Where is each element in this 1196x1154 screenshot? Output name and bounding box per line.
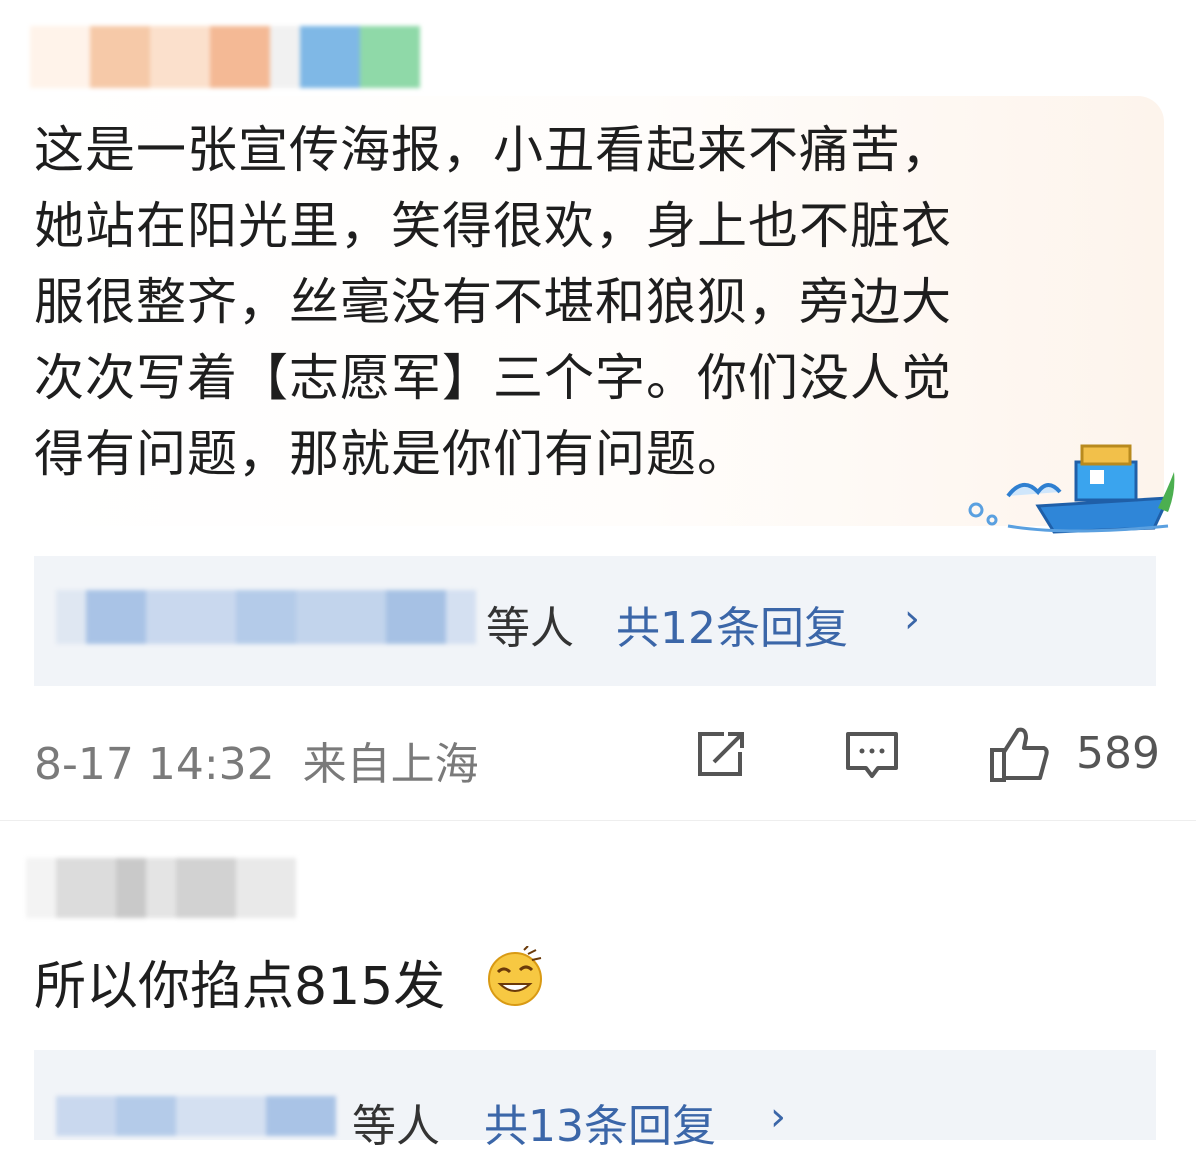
comment-text: 所以你掐点815发 [34, 957, 446, 1017]
reply-participants-suffix: 等人 [352, 1101, 440, 1152]
like-icon[interactable] [988, 724, 1052, 784]
reply-usernames-blurred [56, 1096, 336, 1136]
share-icon[interactable] [694, 728, 750, 780]
comment-meta: 8-17 14:32 来自上海 [34, 728, 479, 792]
chevron-right-icon[interactable]: › [770, 1094, 786, 1140]
reply-participants-suffix: 等人 [486, 603, 574, 654]
username-blurred[interactable] [30, 26, 440, 88]
reply-count-link[interactable]: 共12条回复 [616, 592, 848, 656]
comment-divider [0, 820, 1196, 821]
comment-icon[interactable] [844, 730, 900, 782]
comment-timestamp: 8-17 14:32 [34, 739, 275, 790]
reply-usernames-blurred [56, 590, 476, 644]
grin-emoji [488, 946, 542, 1006]
boat-sticker-icon [968, 444, 1175, 534]
reply-count-link[interactable]: 共13条回复 [484, 1090, 716, 1154]
like-count: 589 [1076, 728, 1160, 779]
comment-location: 来自上海 [302, 739, 479, 790]
comment-text: 这是一张宣传海报，小丑看起来不痛苦， 她站在阳光里，笑得很欢，身上也不脏衣 服很… [34, 121, 952, 483]
chevron-right-icon[interactable]: › [904, 596, 920, 642]
username-blurred[interactable] [26, 858, 298, 918]
